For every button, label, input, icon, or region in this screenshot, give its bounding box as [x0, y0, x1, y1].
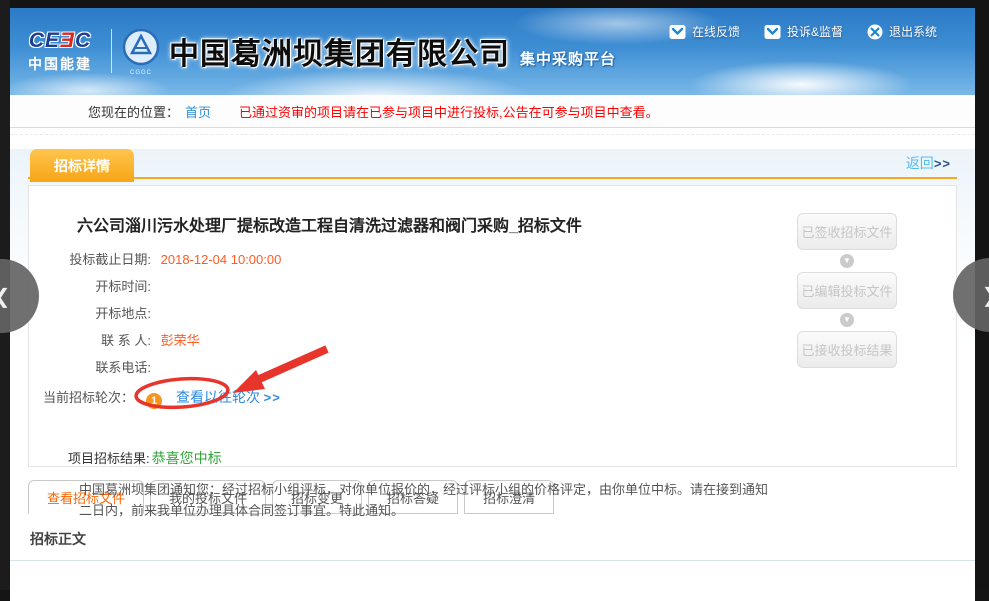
result-label: 项目招标结果:: [68, 451, 150, 466]
round-row: 当前招标轮次： 1 查看以往轮次 >>: [43, 383, 956, 412]
result-row: 项目招标结果:恭喜您中标: [68, 448, 956, 468]
circle-x-icon: [867, 24, 883, 40]
site-header: CEƎC 中国能建 CGGC 中国葛洲坝集团有限公司 集中采购平台: [10, 8, 975, 95]
round-label: 当前招标轮次：: [43, 390, 134, 405]
deadline-value: 2018-12-04 10:00:00: [161, 252, 282, 267]
header-links: 在线反馈 投诉&监督 退出系统: [669, 23, 937, 40]
platform-name: 集中采购平台: [520, 48, 616, 69]
breadcrumb-warning: 已通过资审的项目请在已参与项目中进行投标,公告在可参与项目中查看。: [239, 102, 659, 121]
logo-row: CEƎC 中国能建 CGGC 中国葛洲坝集团有限公司 集中采购平台: [28, 22, 616, 80]
ceec-logo-mark: CEƎC: [28, 29, 92, 53]
logo-divider: [111, 29, 112, 73]
bid-detail-panel: 六公司淄川污水处理厂提标改造工程自清洗过滤器和阀门采购_招标文件 投标截止日期:…: [28, 185, 957, 467]
browser-viewport: CEƎC 中国能建 CGGC 中国葛洲坝集团有限公司 集中采购平台: [0, 0, 989, 590]
ceec-logo: CEƎC 中国能建: [28, 29, 92, 74]
breadcrumb-label: 您现在的位置：: [88, 102, 179, 121]
award-notice-text: 中国葛洲坝集团通知您：经过招标小组评标，对你单位报价的，经过评标小组的价格评定，…: [79, 479, 779, 521]
complaint-link[interactable]: 投诉&监督: [764, 23, 843, 40]
received-result-button[interactable]: 已接收投标结果: [797, 331, 897, 368]
cggc-emblem-icon: CGGC: [121, 27, 161, 76]
chevron-down-icon: [840, 254, 854, 268]
company-name: 中国葛洲坝集团有限公司: [169, 29, 510, 73]
tab-bid-detail: 招标详情: [30, 149, 134, 182]
back-link-wrap: 返回>>: [906, 153, 951, 173]
round-number-badge: 1: [146, 393, 162, 409]
past-rounds-link[interactable]: 查看以往轮次: [176, 389, 260, 405]
back-arrows: >>: [934, 156, 951, 171]
cggc-emblem-text: CGGC: [121, 70, 161, 76]
content-area: 招标详情 返回>> 六公司淄川污水处理厂提标改造工程自清洗过滤器和阀门采购_招标…: [10, 149, 975, 601]
back-link[interactable]: 返回: [906, 155, 934, 171]
envelope-icon: [669, 24, 686, 40]
envelope-icon: [764, 24, 781, 40]
feedback-label: 在线反馈: [692, 23, 740, 40]
page: CEƎC 中国能建 CGGC 中国葛洲坝集团有限公司 集中采购平台: [10, 8, 975, 590]
signed-bid-file-button[interactable]: 已签收招标文件: [797, 213, 897, 250]
feedback-link[interactable]: 在线反馈: [669, 23, 740, 40]
dashed-divider: [10, 128, 975, 135]
logout-label: 退出系统: [889, 23, 937, 40]
past-rounds-arrows: >>: [264, 390, 281, 405]
contact-value: 彭荣华: [161, 333, 200, 348]
section-title: 招标正文: [10, 514, 975, 561]
breadcrumb: 您现在的位置： 首页 已通过资审的项目请在已参与项目中进行投标,公告在可参与项目…: [10, 95, 975, 128]
complaint-label: 投诉&监督: [787, 23, 843, 40]
edited-tender-file-button[interactable]: 已编辑投标文件: [797, 272, 897, 309]
top-edge-bar: [0, 0, 989, 8]
chevron-down-icon: [840, 313, 854, 327]
detail-tab-row: 招标详情 返回>>: [28, 149, 957, 179]
process-buttons: 已签收招标文件 已编辑投标文件 已接收投标结果: [797, 213, 897, 368]
ceec-logo-name: 中国能建: [28, 54, 92, 74]
breadcrumb-home-link[interactable]: 首页: [185, 102, 211, 121]
result-value: 恭喜您中标: [152, 450, 222, 466]
logout-link[interactable]: 退出系统: [867, 23, 937, 40]
